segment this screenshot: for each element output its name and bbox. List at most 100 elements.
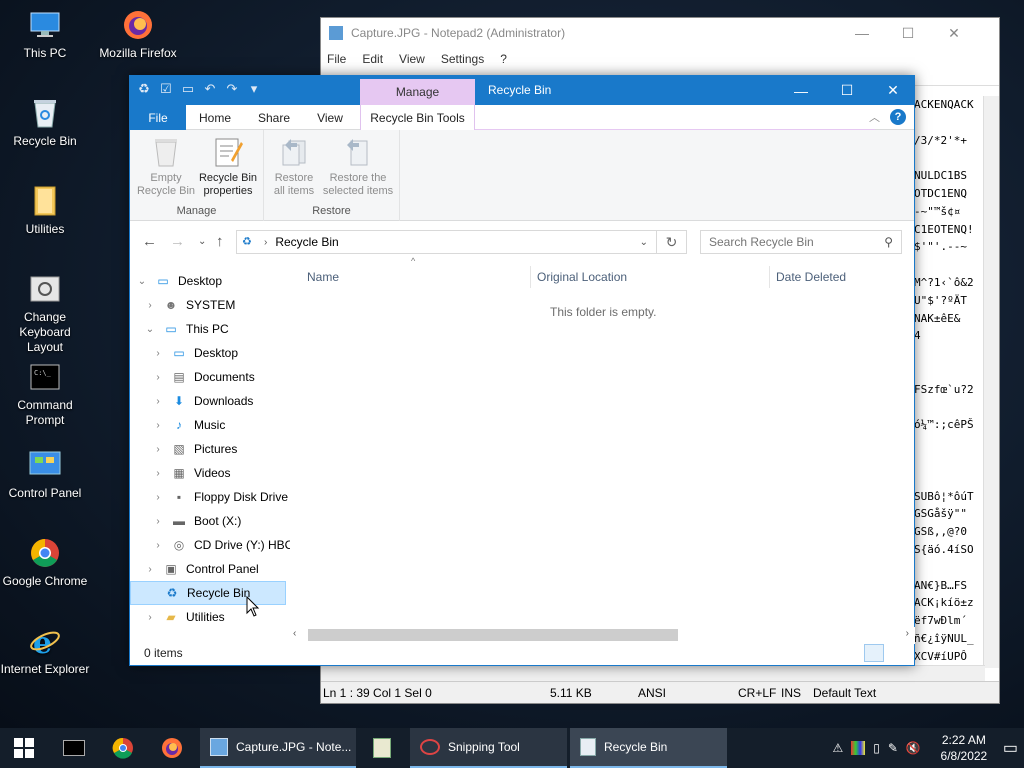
notepad2-text-area[interactable]: ACKENQACK/3/*2'*+ NULDC1BS OTDC1ENQ -~"™š¢¤… (914, 96, 984, 666)
expand-chevron-down-icon[interactable]: ⌄ (134, 276, 150, 287)
desktop-icon-control-panel[interactable]: Control Panel (0, 448, 90, 501)
expand-chevron-right-icon[interactable]: › (150, 372, 166, 383)
tab-recycle-bin-tools[interactable]: Recycle Bin Tools (360, 105, 475, 131)
scroll-left-icon[interactable]: ‹ (293, 628, 296, 639)
taskbar-cmd[interactable] (50, 728, 98, 768)
desktop-icon-utilities[interactable]: Utilities (0, 184, 90, 237)
taskbar-firefox[interactable] (148, 728, 196, 768)
nav-item-this-pc[interactable]: ⌄ ▭ This PC (142, 317, 229, 341)
close-button[interactable]: ✕ (931, 18, 977, 48)
manage-contextual-tab[interactable]: Manage (360, 79, 475, 105)
volume-muted-icon[interactable]: 🔇 (906, 741, 921, 755)
maximize-button[interactable]: ☐ (885, 18, 931, 48)
taskbar-pinned-app[interactable] (358, 728, 406, 768)
expand-chevron-right-icon[interactable]: › (150, 444, 166, 455)
network-icon[interactable]: ⚠ (832, 741, 843, 755)
menu-view[interactable]: View (399, 52, 425, 66)
desktop-icon-google-chrome[interactable]: Google Chrome (0, 536, 90, 589)
expand-chevron-down-icon[interactable]: ⌄ (142, 324, 158, 335)
nav-item-music[interactable]: › ♪ Music (150, 413, 225, 437)
nav-item-boot-x[interactable]: › ▬ Boot (X:) (150, 509, 241, 533)
nav-item-floppy-disk-drive[interactable]: › ▪ Floppy Disk Drive (150, 485, 288, 509)
nav-item-recycle-bin[interactable]: ♻ Recycle Bin (130, 581, 286, 605)
desktop-icon-recycle-bin[interactable]: Recycle Bin (0, 96, 90, 149)
restore-selected-items-button[interactable]: Restore the selected items (320, 136, 396, 198)
back-button[interactable]: ← (142, 233, 157, 250)
column-header-name[interactable]: Name (307, 270, 339, 284)
nav-item-videos[interactable]: › ▦ Videos (150, 461, 230, 485)
redo-icon[interactable]: ↷ (224, 81, 240, 97)
collapse-ribbon-icon[interactable]: ︿ (869, 109, 880, 125)
expand-chevron-right-icon[interactable]: › (150, 468, 166, 479)
nav-item-desktop[interactable]: › ▭ Desktop (150, 341, 238, 365)
minimize-button[interactable]: — (839, 18, 885, 48)
refresh-button[interactable]: ↻ (657, 230, 687, 254)
tab-share[interactable]: Share (248, 105, 300, 130)
desktop-icon-this-pc[interactable]: This PC (0, 8, 90, 61)
column-header-date-deleted[interactable]: Date Deleted (776, 270, 846, 284)
new-folder-icon[interactable]: ▭ (180, 81, 196, 97)
forward-button[interactable]: → (170, 233, 185, 250)
taskbar-task-snipping-tool[interactable]: Snipping Tool (410, 728, 567, 768)
notepad2-vertical-scrollbar[interactable] (983, 96, 999, 668)
notepad2-titlebar[interactable]: Capture.JPG - Notepad2 (Administrator) —… (321, 18, 999, 48)
recent-locations-button[interactable]: ⌄ (198, 236, 206, 247)
scroll-right-icon[interactable]: › (906, 628, 909, 639)
breadcrumb-recycle-bin[interactable]: Recycle Bin (275, 235, 338, 249)
tab-home[interactable]: Home (190, 105, 240, 130)
desktop-icon-change-keyboard-layout[interactable]: Change Keyboard Layout (0, 272, 90, 355)
large-icons-view-icon[interactable] (888, 644, 908, 662)
taskbar-task-recycle-bin[interactable]: Recycle Bin (570, 728, 727, 768)
nav-item-documents[interactable]: › ▤ Documents (150, 365, 254, 389)
explorer-titlebar[interactable]: ♻ ☑ ▭ ↶ ↷ ▾ Manage Recycle Bin — ☐ ✕ (130, 76, 914, 105)
expand-chevron-right-icon[interactable]: › (150, 540, 166, 551)
menu-edit[interactable]: Edit (362, 52, 383, 66)
color-app-icon[interactable] (851, 741, 866, 755)
minimize-button[interactable]: — (778, 76, 824, 105)
empty-recycle-bin-button[interactable]: Empty Recycle Bin (136, 136, 196, 198)
nav-item-downloads[interactable]: › ⬇ Downloads (150, 389, 253, 413)
expand-chevron-right-icon[interactable]: › (150, 516, 166, 527)
column-header-original-location[interactable]: Original Location (537, 270, 627, 284)
tab-file[interactable]: File (130, 105, 186, 130)
address-bar[interactable]: ♻ › Recycle Bin ⌄ (236, 230, 657, 254)
menu-file[interactable]: File (327, 52, 346, 66)
expand-chevron-right-icon[interactable]: › (142, 612, 158, 623)
undo-icon[interactable]: ↶ (202, 81, 218, 97)
taskbar-chrome[interactable] (99, 728, 147, 768)
start-button[interactable] (0, 728, 48, 768)
expand-chevron-right-icon[interactable]: › (150, 492, 166, 503)
usb-icon[interactable]: ▯ (873, 741, 880, 755)
details-view-icon[interactable] (864, 644, 884, 662)
expand-chevron-right-icon[interactable]: › (142, 300, 158, 311)
properties-icon[interactable]: ☑ (158, 81, 174, 97)
restore-all-items-button[interactable]: Restore all items (268, 136, 320, 198)
file-list[interactable]: ^ Name Original Location Date Deleted Th… (290, 256, 916, 642)
expand-chevron-right-icon[interactable]: › (142, 564, 158, 575)
explorer-window[interactable]: ♻ ☑ ▭ ↶ ↷ ▾ Manage Recycle Bin — ☐ ✕ Fil… (129, 75, 915, 666)
nav-item-cd-drive-y-hbc[interactable]: › ◎ CD Drive (Y:) HBC (150, 533, 290, 557)
taskbar-task-notepad2[interactable]: Capture.JPG - Note... (200, 728, 356, 768)
customize-qat-icon[interactable]: ▾ (246, 81, 262, 97)
desktop-icon-command-prompt[interactable]: C:\_ Command Prompt (0, 360, 90, 428)
tab-view[interactable]: View (306, 105, 354, 130)
nav-item-system[interactable]: › ☻ SYSTEM (142, 293, 235, 317)
nav-item-utilities[interactable]: › ▰ Utilities (142, 605, 224, 629)
up-button[interactable]: ↑ (216, 233, 224, 250)
recycle-bin-properties-button[interactable]: Recycle Bin properties (196, 136, 260, 198)
expand-chevron-right-icon[interactable]: › (150, 420, 166, 431)
menu-help[interactable]: ? (500, 52, 507, 66)
pen-icon[interactable]: ✎ (888, 741, 898, 755)
maximize-button[interactable]: ☐ (824, 76, 870, 105)
help-icon[interactable]: ? (890, 109, 906, 125)
close-button[interactable]: ✕ (870, 76, 916, 105)
address-dropdown-icon[interactable]: ⌄ (640, 237, 648, 248)
desktop-icon-firefox[interactable]: Mozilla Firefox (93, 8, 183, 61)
nav-item-control-panel[interactable]: › ▣ Control Panel (142, 557, 258, 581)
action-center-icon[interactable]: ▭ (1003, 738, 1018, 758)
menu-settings[interactable]: Settings (441, 52, 484, 66)
notepad2-horizontal-scrollbar[interactable] (321, 665, 985, 681)
nav-item-desktop[interactable]: ⌄ ▭ Desktop (134, 269, 222, 293)
search-box[interactable]: Search Recycle Bin ⚲ (700, 230, 902, 254)
desktop-icon-internet-explorer[interactable]: e Internet Explorer (0, 624, 90, 677)
